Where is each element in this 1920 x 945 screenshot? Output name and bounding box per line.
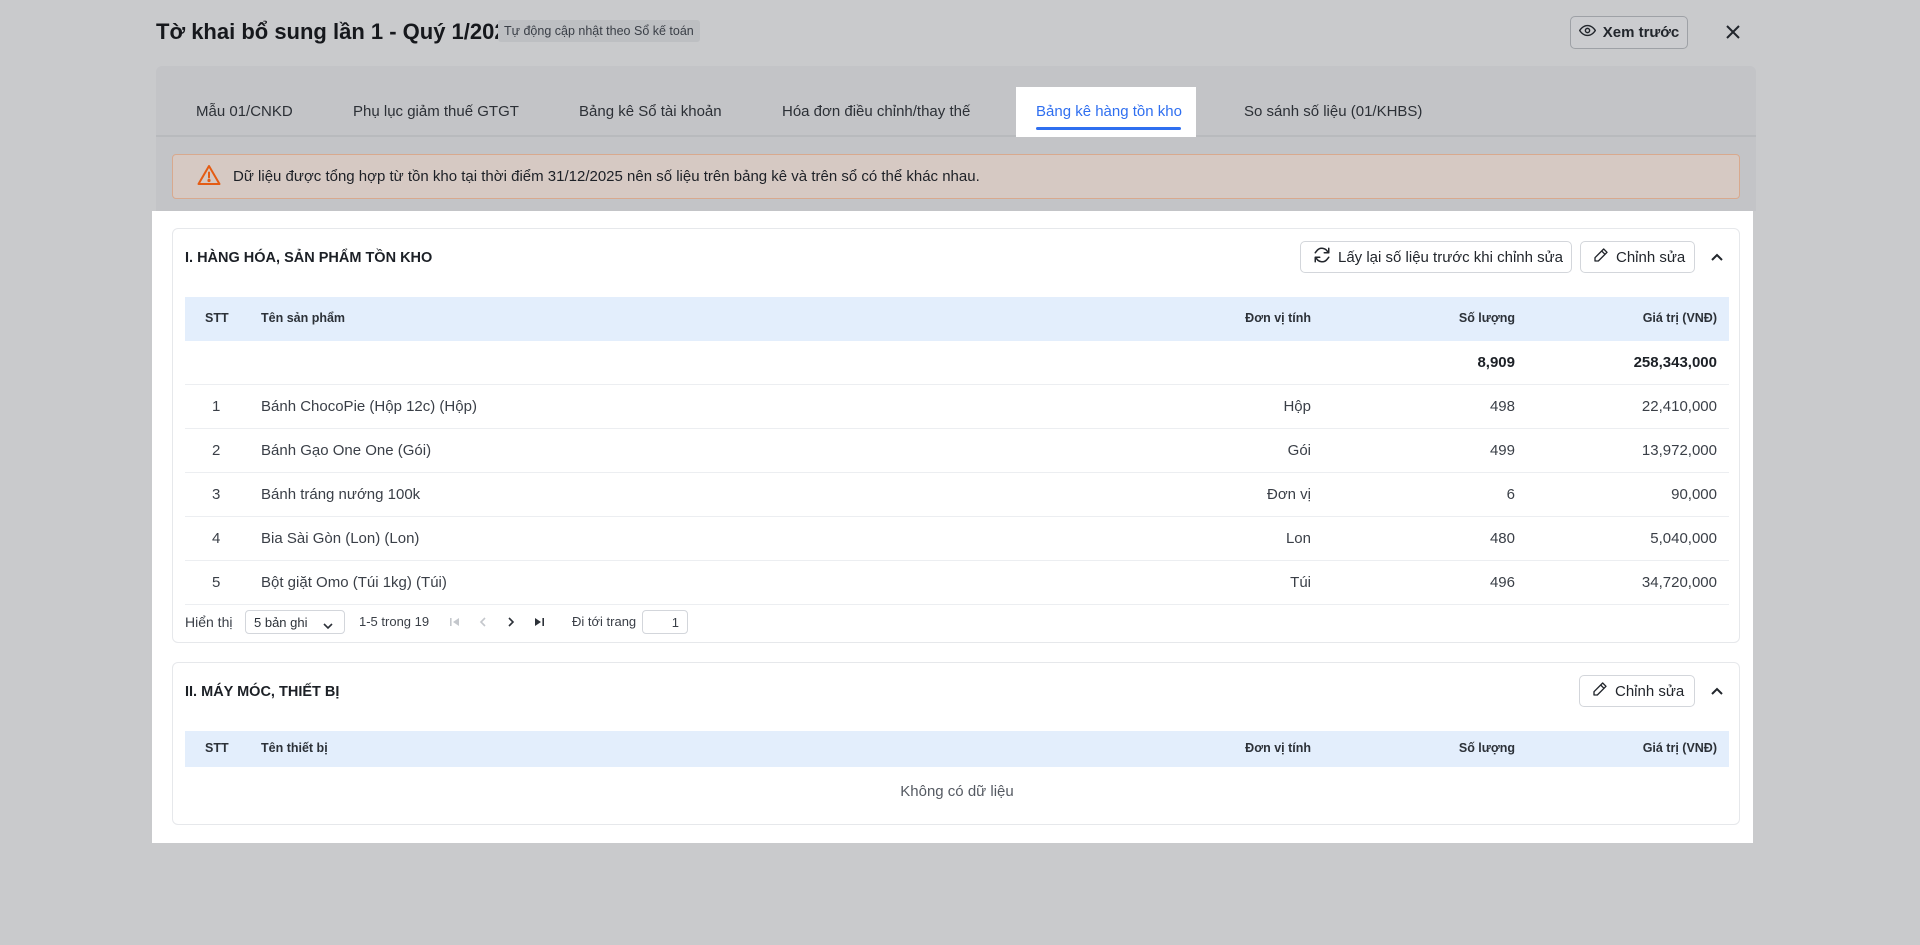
col-quantity: Số lượng [1458,741,1515,755]
table-header: STT Tên thiết bị Đơn vị tính Số lượng Gi… [185,731,1729,767]
tab-label: Bảng kê hàng tồn kho [1036,103,1182,120]
total-value: 258,343,000 [1633,354,1717,371]
page-size-value: 5 bản ghi [254,615,308,630]
next-page-icon[interactable] [503,610,519,634]
table-row: 5 Bột giặt Omo (Túi 1kg) (Túi) Túi 496 3… [185,561,1729,605]
row-unit: Lon [1285,530,1311,547]
show-label: Hiển thị [185,614,233,630]
warning-text: Dữ liệu được tổng hợp từ tồn kho tại thờ… [233,168,980,185]
first-page-icon[interactable] [447,610,463,634]
tab-hoa-don-dieu-chinh[interactable]: Hóa đơn điều chỉnh/thay thế [782,87,970,137]
restore-label: Lấy lại số liệu trước khi chỉnh sửa [1338,248,1564,266]
row-stt: 3 [212,486,221,503]
col-product-name: Tên sản phẩm [261,311,346,325]
page-size-select[interactable]: 5 bản ghi [245,610,345,634]
edit-button[interactable]: Chỉnh sửa [1580,241,1695,273]
row-unit: Đơn vị [1266,486,1311,503]
row-value: 13,972,000 [1641,442,1717,459]
tabs-row: Mẫu 01/CNKD Phụ lục giảm thuế GTGT Bảng … [156,87,1756,137]
pencil-icon [1592,681,1608,701]
row-stt: 4 [212,530,221,547]
chevron-down-icon [322,616,334,640]
inventory-section: I. HÀNG HÓA, SẢN PHẨM TỒN KHO Lấy lại số… [172,228,1740,643]
tab-bang-ke-hang-ton-kho[interactable]: Bảng kê hàng tồn kho [1016,87,1196,137]
tab-so-sanh-so-lieu[interactable]: So sánh số liệu (01/KHBS) [1244,87,1422,137]
tab-bang-ke-so-tai-khoan[interactable]: Bảng kê Sổ tài khoản [579,87,722,137]
col-quantity: Số lượng [1458,311,1515,325]
table-row: 4 Bia Sài Gòn (Lon) (Lon) Lon 480 5,040,… [185,517,1729,561]
section-title: II. MÁY MÓC, THIẾT BỊ [185,684,340,700]
goto-label: Đi tới trang [572,614,637,629]
col-stt: STT [205,741,229,755]
row-value: 90,000 [1671,486,1717,503]
table-row: 1 Bánh ChocoPie (Hộp 12c) (Hộp) Hộp 498 … [185,385,1729,429]
auto-update-badge: Tự động cập nhật theo Sổ kế toán [498,20,700,42]
preview-label: Xem trước [1602,24,1680,41]
row-product-name: Bột giặt Omo (Túi 1kg) (Túi) [261,574,447,591]
row-quantity: 480 [1489,530,1515,547]
row-unit: Túi [1290,574,1311,591]
pagination: Hiển thị 5 bản ghi 1-5 trong 19 Đi tới t… [185,610,1729,634]
edit-label: Chỉnh sửa [1616,248,1686,266]
table-header: STT Tên sản phẩm Đơn vị tính Số lượng Gi… [185,297,1729,341]
row-value: 22,410,000 [1641,398,1717,415]
table-row: 2 Bánh Gạo One One (Gói) Gói 499 13,972,… [185,429,1729,473]
eye-icon [1578,22,1596,43]
close-icon[interactable] [1722,20,1744,44]
row-quantity: 496 [1489,574,1515,591]
row-product-name: Bánh ChocoPie (Hộp 12c) (Hộp) [261,398,477,415]
row-value: 34,720,000 [1641,574,1717,591]
chevron-up-icon[interactable] [1709,683,1725,699]
dialog-header: Tờ khai bổ sung lần 1 - Quý 1/2026 Tự độ… [0,0,1920,64]
col-unit: Đơn vị tính [1245,311,1311,325]
row-stt: 1 [212,398,221,415]
page-range: 1-5 trong 19 [359,614,430,629]
col-unit: Đơn vị tính [1245,741,1311,755]
goto-page-input[interactable]: 1 [642,610,688,634]
row-stt: 2 [212,442,221,459]
prev-page-icon[interactable] [475,610,491,634]
page-title: Tờ khai bổ sung lần 1 - Quý 1/2026 [156,19,519,44]
chevron-up-icon[interactable] [1709,249,1725,265]
active-tab-indicator [1036,127,1181,130]
row-quantity: 498 [1489,398,1515,415]
restore-data-button[interactable]: Lấy lại số liệu trước khi chỉnh sửa [1300,241,1572,273]
table-row: 3 Bánh tráng nướng 100k Đơn vị 6 90,000 [185,473,1729,517]
content-area: I. HÀNG HÓA, SẢN PHẨM TỒN KHO Lấy lại số… [152,211,1753,843]
col-value: Giá trị (VNĐ) [1642,741,1717,755]
warning-banner: Dữ liệu được tổng hợp từ tồn kho tại thờ… [172,154,1740,199]
tab-mau-01-cnkd[interactable]: Mẫu 01/CNKD [196,87,293,137]
row-product-name: Bia Sài Gòn (Lon) (Lon) [261,530,420,547]
equipment-section: II. MÁY MÓC, THIẾT BỊ Chỉnh sửa STT Tên … [172,662,1740,825]
empty-state: Không có dữ liệu [900,783,1014,800]
row-product-name: Bánh tráng nướng 100k [261,486,421,503]
row-stt: 5 [212,574,221,591]
col-stt: STT [205,311,229,325]
tab-phu-luc-giam-thue[interactable]: Phụ lục giảm thuế GTGT [353,87,519,137]
row-product-name: Bánh Gạo One One (Gói) [261,442,432,459]
row-unit: Gói [1287,442,1311,459]
col-equipment-name: Tên thiết bị [261,741,328,755]
preview-button[interactable]: Xem trước [1570,16,1688,49]
last-page-icon[interactable] [531,610,547,634]
col-value: Giá trị (VNĐ) [1642,311,1717,325]
row-unit: Hộp [1283,398,1311,415]
total-quantity: 8,909 [1477,354,1515,371]
totals-row: 8,909 258,343,000 [185,341,1729,385]
edit-label: Chỉnh sửa [1615,682,1685,700]
row-quantity: 499 [1489,442,1515,459]
section-title: I. HÀNG HÓA, SẢN PHẨM TỒN KHO [185,250,433,266]
warning-icon [197,164,221,190]
pencil-icon [1593,247,1609,267]
edit-button[interactable]: Chỉnh sửa [1579,675,1695,707]
refresh-icon [1313,246,1331,268]
row-quantity: 6 [1506,486,1515,503]
row-value: 5,040,000 [1650,530,1717,547]
